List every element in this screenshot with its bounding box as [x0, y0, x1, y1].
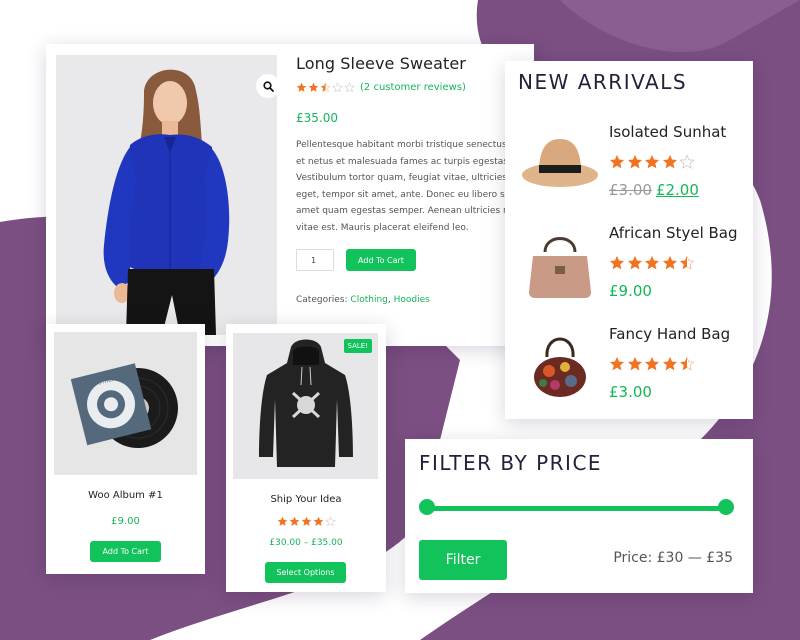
star-full-icon	[644, 255, 660, 270]
star-full-icon	[627, 154, 642, 169]
star-full-icon	[662, 356, 677, 371]
description-line: eget, tempor sit amet, ante. Donec eu li…	[296, 189, 511, 200]
categories-label: Categories:	[296, 295, 348, 305]
vinyl-record-illustration: WOOTHEMES	[54, 332, 197, 475]
album-price: £9.00	[111, 516, 140, 527]
handbag-image	[534, 337, 586, 397]
star-half-icon	[320, 82, 331, 92]
reviews-link[interactable]: (2 customer reviews)	[360, 82, 466, 93]
star-full-icon	[277, 516, 288, 526]
cart-row: 1 Add To Cart	[296, 249, 534, 271]
widget-title: FILTER BY PRICE	[419, 451, 603, 475]
star-full-icon	[289, 516, 300, 526]
sale-badge: SALE!	[343, 339, 372, 353]
star-empty-icon	[679, 154, 695, 169]
product-description: Pellentesque habitant morbi tristique se…	[296, 137, 534, 236]
arrival-name: Fancy Hand Bag	[609, 325, 731, 343]
arrival-name: Isolated Sunhat	[609, 123, 727, 141]
star-empty-icon	[332, 82, 343, 93]
category-link-hoodies[interactable]: Hoodies	[394, 295, 430, 305]
description-line: Pellentesque habitant morbi tristique se…	[296, 140, 507, 150]
star-rating	[609, 356, 697, 372]
widget-title: NEW ARRIVALS	[518, 70, 688, 94]
new-arrivals-widget: NEW ARRIVALS Isolated Sunhat £3.00 £2.00 …	[505, 61, 753, 419]
star-half-icon	[679, 255, 695, 270]
star-full-icon	[609, 154, 625, 169]
star-full-icon	[662, 154, 677, 169]
hoodie-product-card: SALE! Ship Your Idea £30.00 – £35.00 Sel…	[226, 324, 386, 592]
description-line: Vestibulum tortor quam, feugiat vitae, u…	[296, 173, 507, 183]
sale-price[interactable]: £2.00	[656, 181, 699, 199]
product-card: Long Sleeve Sweater (2 customer reviews)…	[46, 44, 534, 346]
search-icon	[262, 80, 274, 92]
star-full-icon	[644, 356, 660, 371]
bag-image	[529, 237, 591, 298]
star-rating	[277, 516, 337, 527]
price-filter-widget: FILTER BY PRICE Filter Price: £30 — £35	[405, 439, 753, 593]
album-image[interactable]: WOOTHEMES	[54, 332, 197, 475]
hoodie-image[interactable]: SALE!	[233, 333, 378, 479]
album-title: Woo Album #1	[88, 490, 163, 501]
filter-button[interactable]: Filter	[419, 540, 507, 580]
product-title: Long Sleeve Sweater	[296, 54, 466, 73]
quantity-input[interactable]: 1	[296, 249, 334, 271]
categories: Categories: Clothing, Hoodies	[296, 295, 430, 305]
price-slider-track[interactable]	[427, 506, 733, 511]
star-full-icon	[308, 82, 319, 92]
description-line: vitae est. Mauris placerat eleifend leo.	[296, 222, 469, 233]
star-full-icon	[301, 516, 312, 526]
old-price: £3.00	[609, 181, 652, 199]
arrival-price: £3.00 £2.00	[609, 181, 699, 199]
star-full-icon	[627, 255, 642, 270]
model-illustration	[56, 55, 277, 335]
arrival-price: £9.00	[609, 282, 652, 300]
add-to-cart-button[interactable]: Add To Cart	[346, 249, 416, 271]
star-full-icon	[662, 255, 677, 270]
product-image[interactable]	[56, 55, 277, 335]
star-half-icon	[679, 356, 695, 371]
hoodie-illustration	[233, 333, 378, 479]
select-options-button[interactable]: Select Options	[265, 562, 346, 583]
star-full-icon	[313, 516, 324, 526]
album-add-to-cart-button[interactable]: Add To Cart	[90, 541, 161, 562]
star-rating	[296, 82, 356, 93]
product-price: £35.00	[296, 111, 338, 125]
star-rating	[609, 255, 697, 271]
star-full-icon	[609, 255, 625, 270]
star-full-icon	[609, 356, 625, 371]
star-full-icon	[644, 154, 660, 169]
slider-min-handle[interactable]	[419, 499, 435, 515]
arrival-name: African Styel Bag	[609, 224, 738, 242]
slider-max-handle[interactable]	[718, 499, 734, 515]
price-range-label: Price: £30 — £35	[613, 550, 733, 566]
description-line: et netus et malesuada fames ac turpis eg…	[296, 156, 511, 167]
product-info: Long Sleeve Sweater (2 customer reviews)…	[296, 54, 534, 305]
hoodie-title: Ship Your Idea	[270, 494, 342, 505]
star-full-icon	[296, 82, 307, 92]
sunhat-image	[522, 139, 598, 187]
star-empty-icon	[325, 516, 336, 527]
zoom-button[interactable]	[256, 74, 277, 98]
description-line: amet quam egestas semper. Aenean ultrici…	[296, 206, 515, 216]
album-product-card: WOOTHEMES Woo Album #1 £9.00 Add To Cart	[46, 324, 205, 574]
star-empty-icon	[344, 82, 355, 93]
star-full-icon	[627, 356, 642, 371]
star-rating	[609, 154, 697, 170]
arrival-price: £3.00	[609, 383, 652, 401]
category-link-clothing[interactable]: Clothing	[350, 295, 387, 305]
product-rating: (2 customer reviews)	[296, 82, 534, 93]
hoodie-price: £30.00 – £35.00	[269, 538, 343, 548]
